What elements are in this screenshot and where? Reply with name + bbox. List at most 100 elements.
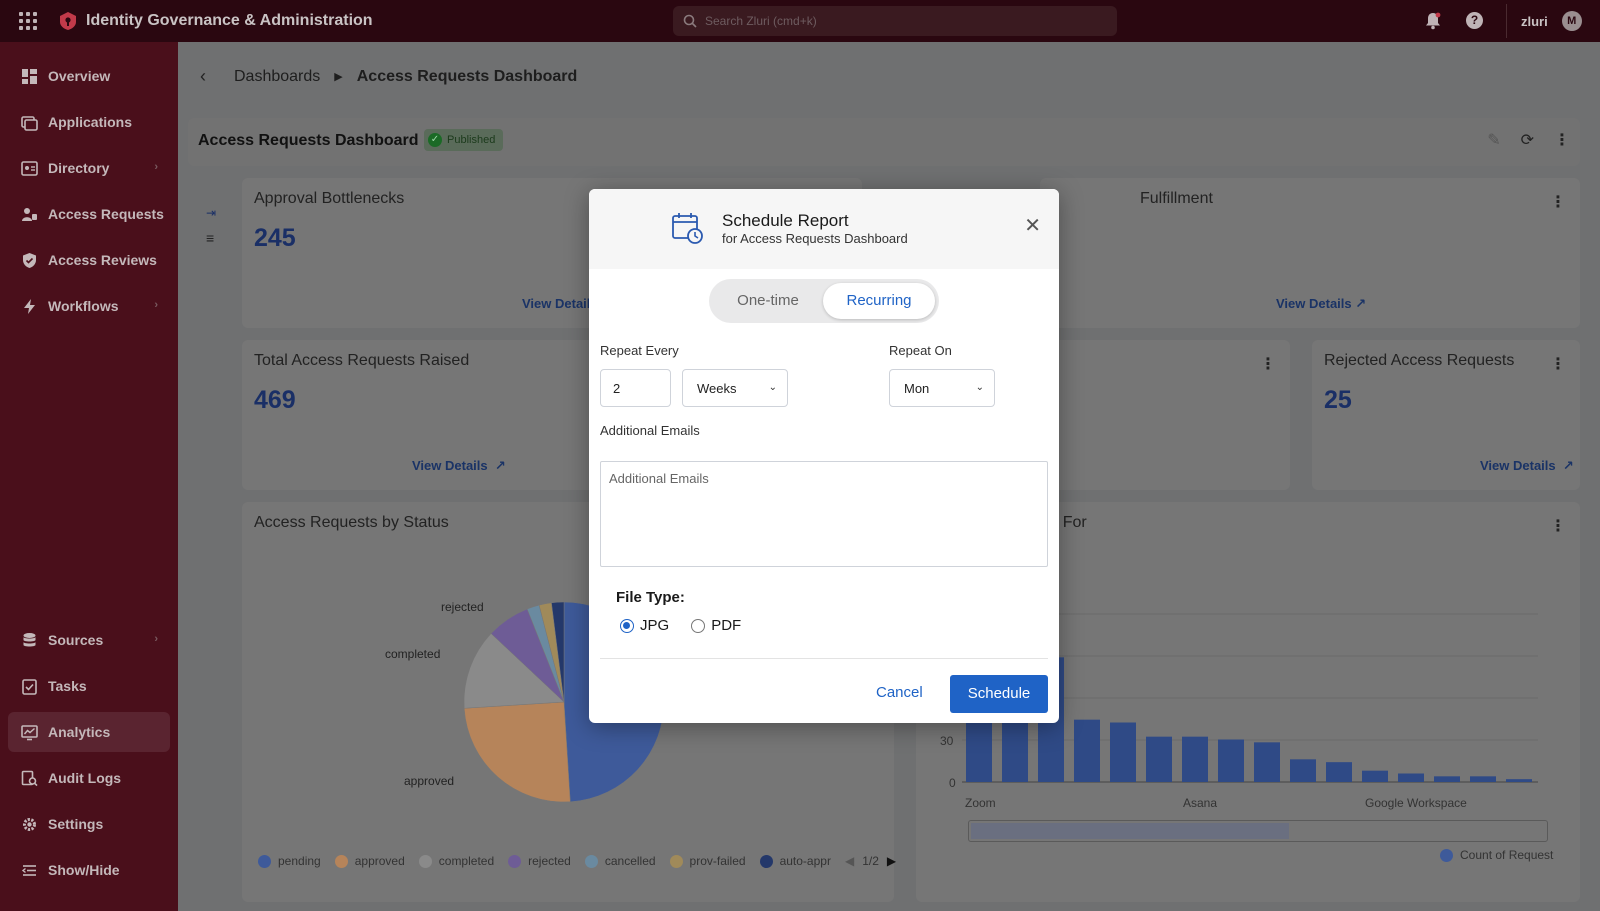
legend-item[interactable]: rejected xyxy=(508,854,571,868)
schedule-button[interactable]: Schedule xyxy=(950,675,1048,713)
header-actions: ✎ ⟳ ⋮ xyxy=(1487,130,1570,150)
cancel-button[interactable]: Cancel xyxy=(876,684,923,701)
help-icon[interactable]: ? xyxy=(1466,12,1483,29)
sidebar-item-show-hide[interactable]: Show/Hide xyxy=(8,850,170,890)
sidebar-item-directory[interactable]: Directory › xyxy=(8,148,170,188)
bar[interactable] xyxy=(1254,742,1280,782)
legend-swatch xyxy=(759,854,773,868)
jpg-radio[interactable] xyxy=(620,618,634,633)
legend-item[interactable]: completed xyxy=(418,854,494,868)
next-page-icon[interactable]: ▶ xyxy=(887,854,896,868)
more-options-icon[interactable]: ⋮ xyxy=(1550,516,1566,536)
schedule-report-modal: Schedule Report for Access Requests Dash… xyxy=(589,189,1059,723)
bar[interactable] xyxy=(1362,770,1388,782)
pdf-label[interactable]: PDF xyxy=(711,617,741,634)
bar[interactable] xyxy=(1290,759,1316,782)
sidebar-item-sources[interactable]: Sources › xyxy=(8,620,170,660)
pie-legend: pending approved completed rejected canc… xyxy=(258,854,896,868)
legend-swatch xyxy=(258,854,271,868)
x-tick-label: Zoom xyxy=(965,796,996,810)
pie-slice-approved[interactable] xyxy=(464,701,571,802)
expand-icon[interactable]: ⇥ xyxy=(206,206,216,220)
legend-label: approved xyxy=(354,854,405,868)
legend-item[interactable]: cancelled xyxy=(584,854,656,868)
additional-emails-input[interactable] xyxy=(600,461,1048,567)
breadcrumb-dashboards[interactable]: Dashboards xyxy=(234,68,320,86)
repeat-on-select[interactable]: Mon ⌄ xyxy=(889,369,995,407)
zoom-slider[interactable] xyxy=(968,820,1548,842)
repeat-unit-select[interactable]: Weeks ⌄ xyxy=(682,369,788,407)
bar[interactable] xyxy=(1218,739,1244,783)
bar-legend[interactable]: Count of Request xyxy=(1440,848,1553,862)
legend-item[interactable]: auto-appr xyxy=(759,854,831,868)
tab-one-time[interactable]: One-time xyxy=(713,283,823,319)
bar[interactable] xyxy=(1470,776,1496,782)
chevron-right-icon: › xyxy=(154,161,158,173)
more-options-icon[interactable]: ⋮ xyxy=(1260,354,1276,374)
sidebar-item-applications[interactable]: Applications xyxy=(8,102,170,142)
sidebar-item-label: Directory xyxy=(48,160,110,176)
sidebar-item-workflows[interactable]: Workflows › xyxy=(8,286,170,326)
card-title: Approval Bottlenecks xyxy=(254,190,405,207)
x-tick-label: Asana xyxy=(1183,796,1218,810)
edit-icon[interactable]: ✎ xyxy=(1487,130,1500,150)
legend-item[interactable]: prov-failed xyxy=(669,854,746,868)
sidebar-item-analytics[interactable]: Analytics xyxy=(8,712,170,752)
app-title: Identity Governance & Administration xyxy=(86,12,373,29)
bar[interactable] xyxy=(1434,776,1460,782)
search-input[interactable] xyxy=(705,14,1085,28)
bar[interactable] xyxy=(1110,722,1136,783)
sidebar-item-overview[interactable]: Overview xyxy=(8,56,170,96)
file-type-label: File Type: xyxy=(616,589,685,606)
back-arrow-icon[interactable]: ‹ xyxy=(200,66,206,87)
user-menu[interactable]: zluri M xyxy=(1506,4,1592,38)
bar[interactable] xyxy=(1182,736,1208,782)
bar[interactable] xyxy=(1326,762,1352,782)
view-details-link[interactable]: View Details xyxy=(522,296,598,311)
search-box[interactable] xyxy=(673,6,1117,36)
task-icon xyxy=(22,678,37,695)
chevron-right-icon: › xyxy=(154,633,158,645)
prev-page-icon[interactable]: ◀ xyxy=(845,854,854,868)
search-icon xyxy=(683,14,697,28)
view-details-link[interactable]: View Details ↗ xyxy=(412,458,506,474)
card-fulfillment: Fulfillment ⋮ View Details ↗ xyxy=(1040,178,1580,328)
repeat-on-label: Repeat On xyxy=(889,343,952,358)
bar[interactable] xyxy=(1506,779,1532,782)
bell-icon[interactable] xyxy=(1425,12,1441,30)
bar[interactable] xyxy=(1146,736,1172,782)
sidebar-item-settings[interactable]: Settings xyxy=(8,804,170,844)
repeat-every-label: Repeat Every xyxy=(600,343,679,358)
view-details-link[interactable]: View Details ↗ xyxy=(1276,296,1366,312)
applications-icon xyxy=(21,115,38,131)
page-indicator: 1/2 xyxy=(862,854,879,868)
repeat-unit-value: Weeks xyxy=(697,380,737,396)
bar[interactable] xyxy=(1398,773,1424,783)
tab-recurring[interactable]: Recurring xyxy=(823,283,935,319)
sidebar-item-access-reviews[interactable]: Access Reviews xyxy=(8,240,170,280)
more-options-icon[interactable]: ⋮ xyxy=(1550,354,1566,374)
filter-icon[interactable]: ≡ xyxy=(206,230,216,246)
slider-range[interactable] xyxy=(971,823,1289,839)
more-options-icon[interactable]: ⋮ xyxy=(1554,130,1570,150)
avatar[interactable]: M xyxy=(1561,11,1582,31)
close-icon[interactable]: ✕ xyxy=(1024,213,1041,238)
refresh-icon[interactable]: ⟳ xyxy=(1521,130,1534,150)
repeat-every-input[interactable]: 2 xyxy=(600,369,671,407)
sidebar-item-access-requests[interactable]: Access Requests xyxy=(8,194,170,234)
sidebar-item-label: Access Requests xyxy=(48,206,164,222)
view-details-link[interactable]: View Details ↗ xyxy=(1480,458,1574,474)
pdf-radio[interactable] xyxy=(691,618,706,633)
access-requests-icon xyxy=(22,207,37,221)
file-type-radios: JPG PDF xyxy=(620,617,741,634)
legend-item[interactable]: approved xyxy=(334,854,405,868)
view-details-text: View Details xyxy=(1480,458,1556,473)
sidebar-item-audit-logs[interactable]: Audit Logs xyxy=(8,758,170,798)
bar[interactable] xyxy=(1074,719,1100,782)
jpg-label[interactable]: JPG xyxy=(640,617,669,634)
legend-item[interactable]: pending xyxy=(258,854,321,868)
sidebar-item-tasks[interactable]: Tasks xyxy=(8,666,170,706)
more-options-icon[interactable]: ⋮ xyxy=(1550,192,1566,212)
pie-label-completed: completed xyxy=(385,647,441,661)
app-grid-icon[interactable] xyxy=(19,12,37,30)
